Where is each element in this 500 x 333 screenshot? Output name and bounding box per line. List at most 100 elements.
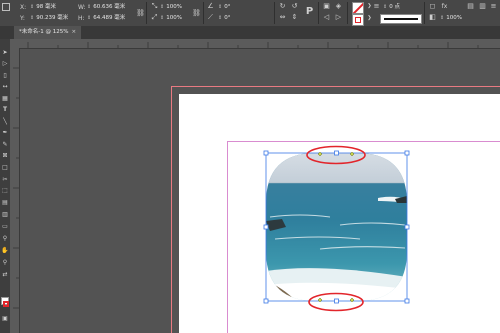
document-tab[interactable]: *未命名-1 @ 125% ×	[14, 26, 82, 39]
reference-point-icon[interactable]	[2, 3, 10, 11]
stepper-icon[interactable]: ⇕	[30, 3, 34, 12]
wrap-around-icon[interactable]: ▥	[478, 2, 487, 11]
content-collector-icon[interactable]: ▦	[1, 95, 9, 103]
canvas-overlay	[263, 145, 410, 312]
opacity-field[interactable]: ⇕ 100%	[440, 14, 462, 23]
default-stroke-icon[interactable]	[3, 301, 9, 307]
gradient-tool-icon[interactable]: ▤	[1, 199, 9, 207]
rectangle-tool-icon[interactable]: □	[1, 164, 9, 172]
page-tool-icon[interactable]: ▯	[1, 72, 9, 80]
rotate-value: 0°	[224, 4, 231, 10]
stroke-weight-value: 0 点	[389, 4, 400, 10]
w-field[interactable]: ⇕ 60.636 毫米	[87, 3, 125, 12]
scale-x-icon: ⤡	[151, 2, 158, 10]
flip-vertical-icon[interactable]: ⇕	[290, 13, 299, 22]
stroke-weight-field[interactable]: ⇕ 0 点	[383, 3, 400, 12]
eyedropper-tool-icon[interactable]: ⚲	[1, 235, 9, 243]
select-container-icon[interactable]: ▣	[322, 2, 331, 11]
resize-handle	[334, 298, 339, 304]
stroke-type-dropdown[interactable]	[380, 14, 422, 24]
line-tool-icon[interactable]: ╲	[1, 118, 9, 126]
scale-x-field[interactable]: ⇕ 100%	[160, 3, 182, 12]
constrain-scale-icon[interactable]: ⛓	[192, 9, 201, 18]
stepper-icon[interactable]: ⇕	[160, 14, 164, 23]
effects-icon[interactable]: fx	[440, 2, 449, 11]
gradient-feather-tool-icon[interactable]: ▥	[1, 211, 9, 219]
select-next-icon[interactable]: ▷	[334, 13, 343, 22]
view-mode-icon[interactable]: ▣	[1, 315, 9, 323]
h-field[interactable]: ⇕ 64.489 毫米	[87, 14, 125, 23]
resize-handle	[404, 224, 410, 230]
stepper-icon[interactable]: ⇕	[383, 3, 387, 12]
pen-tool-icon[interactable]: ✒	[1, 129, 9, 137]
stepper-icon[interactable]: ⇕	[30, 14, 34, 23]
close-icon[interactable]: ×	[71, 29, 76, 35]
stroke-swatch[interactable]	[352, 14, 364, 26]
selection-tool-icon[interactable]: ➤	[1, 49, 9, 57]
text-wrap-icon[interactable]: ▤	[466, 2, 475, 11]
pencil-tool-icon[interactable]: ✎	[1, 141, 9, 149]
w-label: W:	[78, 4, 86, 11]
hand-tool-icon[interactable]: ✋	[1, 247, 9, 255]
rotate-ccw-icon[interactable]: ↺	[290, 2, 299, 11]
shear-field[interactable]: ⇕ 0°	[218, 14, 230, 23]
type-tool-icon[interactable]: T	[1, 106, 9, 114]
x-field[interactable]: ⇕ 98 毫米	[30, 3, 56, 12]
stepper-icon[interactable]: ⇕	[218, 14, 222, 23]
horizontal-ruler[interactable]	[10, 39, 500, 49]
rectangle-frame-tool-icon[interactable]: ⊠	[1, 152, 9, 160]
select-content-icon[interactable]: ◈	[334, 2, 343, 11]
flip-indicator-icon: P	[305, 6, 314, 17]
scale-y-field[interactable]: ⇕ 100%	[160, 14, 182, 23]
rotate-field[interactable]: ⇕ 0°	[218, 3, 230, 12]
scissors-tool-icon[interactable]: ✂	[1, 176, 9, 184]
photo-ocean-waves[interactable]	[266, 153, 407, 301]
rotation-angle-icon: ∠	[207, 2, 214, 10]
document-tab-title: *未命名-1 @ 125%	[19, 29, 69, 35]
resize-handle	[334, 150, 339, 156]
rotate-cw-icon[interactable]: ↻	[278, 2, 287, 11]
h-value: 64.489 毫米	[93, 15, 126, 21]
w-value: 60.636 毫米	[93, 4, 126, 10]
gap-tool-icon[interactable]: ↔	[1, 83, 9, 91]
opacity-value: 100%	[446, 15, 462, 21]
h-label: H:	[78, 15, 85, 22]
x-value: 98 毫米	[36, 4, 56, 10]
y-field[interactable]: ⇕ 90.239 毫米	[30, 14, 68, 23]
resize-handle	[404, 150, 410, 156]
resize-handle	[263, 224, 269, 230]
panel-menu-icon[interactable]: ≡	[489, 2, 498, 11]
shear-angle-icon: ⟋	[208, 13, 213, 21]
select-previous-icon[interactable]: ◁	[322, 13, 331, 22]
pasteboard[interactable]	[20, 49, 500, 333]
zoom-tool-icon[interactable]: ⚲	[1, 259, 9, 267]
x-label: X:	[20, 4, 27, 11]
stepper-icon[interactable]: ⇕	[440, 14, 444, 23]
flip-horizontal-icon[interactable]: ⇔	[278, 13, 287, 22]
stepper-icon[interactable]: ⇕	[87, 3, 91, 12]
stepper-icon[interactable]: ⇕	[160, 3, 164, 12]
resize-handle	[263, 298, 269, 304]
vertical-ruler[interactable]	[10, 48, 20, 333]
chevron-right-icon[interactable]: ❯	[365, 14, 374, 23]
swap-colors-icon[interactable]: ⇄	[1, 271, 9, 279]
direct-selection-tool-icon[interactable]: ▷	[1, 60, 9, 68]
scale-y-icon: ⤢	[151, 13, 158, 21]
control-panel: X: ⇕ 98 毫米 Y: ⇕ 90.239 毫米 W: ⇕ 60.636 毫米…	[0, 0, 500, 27]
stroke-weight-icon: ≡	[373, 2, 380, 10]
resize-handle	[404, 298, 410, 304]
y-value: 90.239 毫米	[36, 15, 69, 21]
resize-handle	[263, 150, 269, 156]
scale-y-value: 100%	[166, 15, 182, 21]
document-tab-bar: *未命名-1 @ 125% ×	[0, 26, 500, 39]
scale-x-value: 100%	[166, 4, 182, 10]
y-label: Y:	[20, 15, 25, 22]
shear-value: 0°	[224, 15, 231, 21]
free-transform-tool-icon[interactable]: ⬚	[1, 187, 9, 195]
stepper-icon[interactable]: ⇕	[218, 3, 222, 12]
note-tool-icon[interactable]: ▭	[1, 223, 9, 231]
constrain-proportions-icon[interactable]: ⛓	[136, 9, 145, 18]
drop-shadow-icon[interactable]: ◻	[428, 2, 437, 11]
fill-swatch[interactable]	[352, 2, 364, 14]
stepper-icon[interactable]: ⇕	[87, 14, 91, 23]
